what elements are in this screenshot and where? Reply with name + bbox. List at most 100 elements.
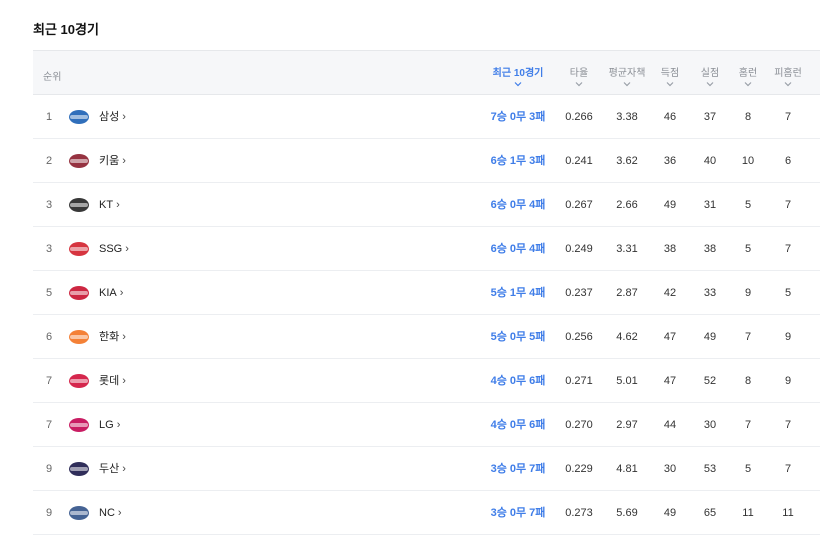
recent-record-cell: 7승 0무 3패 [490, 111, 546, 123]
team-link[interactable]: KT › [99, 183, 120, 227]
runs-scored-cell: 44 [663, 419, 677, 431]
team-name: 한화 [99, 331, 120, 343]
team-name: KIA [99, 287, 117, 299]
home-runs-cell: 5 [744, 199, 752, 211]
team-logo-shape [69, 286, 89, 300]
runs-scored-cell: 36 [663, 155, 677, 167]
table-row: 3 KT › 6승 0무 4패 0.267 2.66 49 31 5 7 [33, 183, 820, 227]
runs-allowed-cell: 49 [703, 331, 717, 343]
samsung-lions-logo-icon[interactable] [67, 107, 91, 127]
team-name: KT [99, 199, 114, 211]
rank-cell: 1 [45, 111, 53, 123]
era-cell: 2.87 [616, 287, 638, 299]
avg-cell: 0.249 [565, 243, 593, 255]
rank-cell: 9 [45, 507, 53, 519]
recent-record-cell: 4승 0무 6패 [490, 419, 546, 431]
home-runs-allowed-cell: 7 [784, 243, 792, 255]
chevron-down-icon [706, 82, 714, 87]
nc-dinos-logo-icon[interactable] [67, 503, 91, 523]
recent-record-cell: 6승 0무 4패 [490, 243, 546, 255]
avg-cell: 0.229 [565, 463, 593, 475]
team-link[interactable]: KIA › [99, 271, 123, 315]
column-header-home-runs-allowed[interactable]: 피홈런 [768, 51, 808, 96]
home-runs-allowed-cell: 7 [784, 419, 792, 431]
chevron-right-icon: › [117, 507, 122, 519]
hanwha-eagles-logo-icon[interactable] [67, 327, 91, 347]
table-row: 7 롯데 › 4승 0무 6패 0.271 5.01 47 52 8 9 [33, 359, 820, 403]
ssg-landers-logo-icon[interactable] [67, 239, 91, 259]
team-link[interactable]: 삼성 › [99, 95, 126, 139]
section-title: 최근 10경기 [33, 22, 99, 37]
recent-record-cell: 4승 0무 6패 [490, 375, 546, 387]
chevron-right-icon: › [122, 331, 126, 343]
team-name: 롯데 [99, 375, 120, 387]
team-name: 키움 [99, 155, 120, 167]
team-logo-shape [69, 374, 89, 388]
team-logo-shape [69, 198, 89, 212]
column-header-avg[interactable]: 타율 [559, 51, 599, 96]
home-runs-cell: 10 [741, 155, 755, 167]
runs-scored-cell: 38 [663, 243, 677, 255]
table-body: 1 삼성 › 7승 0무 3패 0.266 3.38 46 37 8 7 2 키움 › 6승 1무 3패 0… [33, 95, 820, 535]
lg-twins-logo-icon[interactable] [67, 415, 91, 435]
kiwoom-heroes-logo-icon[interactable] [67, 151, 91, 171]
home-runs-cell: 5 [744, 243, 752, 255]
team-link[interactable]: SSG › [99, 227, 129, 271]
runs-scored-cell: 46 [663, 111, 677, 123]
chevron-down-icon [514, 82, 522, 87]
team-link[interactable]: LG › [99, 403, 120, 447]
column-header-runs-scored[interactable]: 득점 [652, 51, 688, 96]
team-name: NC [99, 507, 115, 519]
kia-tigers-logo-icon[interactable] [67, 283, 91, 303]
avg-cell: 0.241 [565, 155, 593, 167]
era-cell: 5.69 [616, 507, 638, 519]
chevron-down-icon [623, 82, 631, 87]
avg-cell: 0.237 [565, 287, 593, 299]
home-runs-allowed-cell: 6 [784, 155, 792, 167]
chevron-right-icon: › [122, 111, 126, 123]
table-row: 9 NC › 3승 0무 7패 0.273 5.69 49 65 11 11 [33, 491, 820, 535]
runs-scored-cell: 49 [663, 199, 677, 211]
chevron-down-icon [666, 82, 674, 87]
team-link[interactable]: 한화 › [99, 315, 126, 359]
avg-cell: 0.271 [565, 375, 593, 387]
home-runs-allowed-cell: 9 [784, 375, 792, 387]
team-logo-shape [69, 418, 89, 432]
doosan-bears-logo-icon[interactable] [67, 459, 91, 479]
column-header-recent[interactable]: 최근 10경기 [481, 51, 555, 96]
recent-record-cell: 3승 0무 7패 [490, 463, 546, 475]
home-runs-allowed-cell: 9 [784, 331, 792, 343]
column-header-runs-allowed[interactable]: 실점 [692, 51, 728, 96]
chevron-down-icon [744, 82, 752, 87]
runs-allowed-cell: 52 [703, 375, 717, 387]
team-link[interactable]: 두산 › [99, 447, 126, 491]
team-link[interactable]: 롯데 › [99, 359, 126, 403]
chevron-right-icon: › [116, 199, 120, 211]
lotte-giants-logo-icon[interactable] [67, 371, 91, 391]
team-link[interactable]: NC › [99, 491, 122, 535]
chevron-right-icon: › [122, 375, 126, 387]
avg-cell: 0.270 [565, 419, 593, 431]
home-runs-allowed-cell: 5 [784, 287, 792, 299]
kt-wiz-logo-icon[interactable] [67, 195, 91, 215]
chevron-right-icon: › [116, 419, 121, 431]
rank-cell: 3 [45, 243, 53, 255]
table-row: 6 한화 › 5승 0무 5패 0.256 4.62 47 49 7 9 [33, 315, 820, 359]
table-header: 순위 최근 10경기 타율 평균자책 득점 실점 홈런 피홈런 [33, 50, 820, 95]
team-logo-shape [69, 330, 89, 344]
team-link[interactable]: 키움 › [99, 139, 126, 183]
table-row: 5 KIA › 5승 1무 4패 0.237 2.87 42 33 9 5 [33, 271, 820, 315]
team-name: SSG [99, 243, 123, 255]
column-header-home-runs[interactable]: 홈런 [730, 51, 766, 96]
column-header-era[interactable]: 평균자책 [605, 51, 649, 96]
column-header-rank: 순위 [43, 72, 62, 83]
team-name: 삼성 [99, 111, 120, 123]
table-row: 2 키움 › 6승 1무 3패 0.241 3.62 36 40 10 6 [33, 139, 820, 183]
rank-cell: 7 [45, 375, 53, 387]
runs-allowed-cell: 38 [703, 243, 717, 255]
chevron-right-icon: › [122, 155, 126, 167]
runs-allowed-cell: 31 [703, 199, 717, 211]
chevron-right-icon: › [122, 463, 126, 475]
home-runs-allowed-cell: 7 [784, 199, 792, 211]
runs-allowed-cell: 65 [703, 507, 717, 519]
